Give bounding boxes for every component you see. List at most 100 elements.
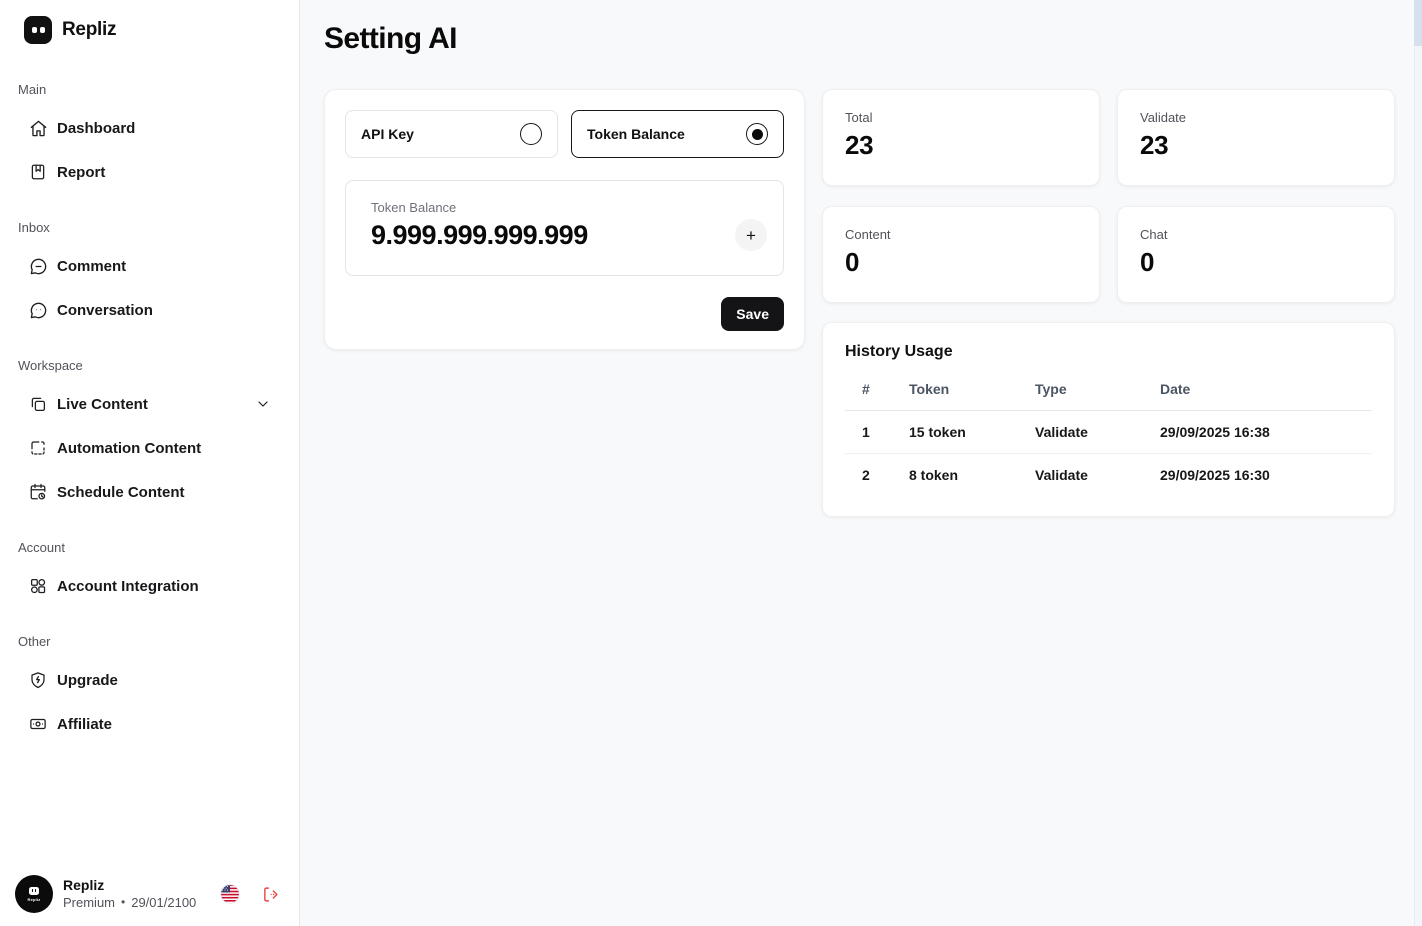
column-header-type: Type: [1035, 373, 1160, 411]
report-icon: [28, 162, 48, 182]
table-row: 1 15 token Validate 29/09/2025 16:38: [845, 411, 1372, 454]
user-name: Repliz: [63, 877, 196, 893]
brand-name: Repliz: [62, 19, 116, 41]
stat-value: 0: [845, 247, 1077, 278]
nav-section-other: Other Upgrade Affiliate: [16, 634, 283, 746]
sidebar-item-comment[interactable]: Comment: [16, 244, 283, 288]
cell-type: Validate: [1035, 454, 1160, 497]
brand[interactable]: Repliz: [0, 0, 299, 60]
cell-type: Validate: [1035, 411, 1160, 454]
cell-token: 8 token: [909, 454, 1035, 497]
language-flag-icon[interactable]: [220, 884, 240, 904]
sidebar-item-label: Live Content: [57, 396, 148, 413]
cell-token: 15 token: [909, 411, 1035, 454]
section-label-other: Other: [16, 634, 283, 652]
sidebar-item-account-integration[interactable]: Account Integration: [16, 564, 283, 608]
table-row: 2 8 token Validate 29/09/2025 16:30: [845, 454, 1372, 497]
sidebar-item-conversation[interactable]: Conversation: [16, 288, 283, 332]
upgrade-icon: [28, 670, 48, 690]
sidebar-item-label: Account Integration: [57, 578, 199, 595]
section-label-workspace: Workspace: [16, 358, 283, 376]
live-content-icon: [28, 394, 48, 414]
history-usage-table: # Token Type Date 1 15 token Validate 29…: [845, 373, 1372, 496]
automation-content-icon: [28, 438, 48, 458]
nav-section-inbox: Inbox Comment Conversation: [16, 220, 283, 332]
nav-section-main: Main Dashboard Report: [16, 82, 283, 194]
option-label: Token Balance: [587, 126, 685, 142]
sidebar-item-affiliate[interactable]: Affiliate: [16, 702, 283, 746]
stat-card-content: Content 0: [822, 206, 1100, 303]
home-icon: [28, 118, 48, 138]
chevron-down-icon[interactable]: [255, 396, 271, 412]
radio-checked-icon[interactable]: [746, 123, 768, 145]
sidebar-nav: Main Dashboard Report Inbox Comment: [0, 82, 299, 746]
sidebar-item-dashboard[interactable]: Dashboard: [16, 106, 283, 150]
sidebar-item-automation-content[interactable]: Automation Content: [16, 426, 283, 470]
column-header-number: #: [845, 373, 909, 411]
main-content: Setting AI API Key Token Balance Token B…: [300, 0, 1422, 926]
column-header-token: Token: [909, 373, 1035, 411]
stat-value: 23: [845, 130, 1077, 161]
scrollbar-thumb[interactable]: [1414, 0, 1422, 46]
token-balance-value: 9.999.999.999.999: [371, 220, 588, 251]
scrollbar[interactable]: [1414, 0, 1422, 926]
sidebar-item-report[interactable]: Report: [16, 150, 283, 194]
account-integration-icon: [28, 576, 48, 596]
sidebar-item-label: Conversation: [57, 302, 153, 319]
sidebar-item-label: Upgrade: [57, 672, 118, 689]
token-balance-field: Token Balance 9.999.999.999.999 +: [345, 180, 784, 276]
sidebar-item-label: Report: [57, 164, 105, 181]
sidebar-item-upgrade[interactable]: Upgrade: [16, 658, 283, 702]
comment-icon: [28, 256, 48, 276]
sidebar-item-label: Automation Content: [57, 440, 201, 457]
stat-card-validate: Validate 23: [1117, 89, 1395, 186]
stat-label: Validate: [1140, 110, 1372, 125]
affiliate-icon: [28, 714, 48, 734]
column-header-date: Date: [1160, 373, 1372, 411]
table-header-row: # Token Type Date: [845, 373, 1372, 411]
cell-number: 1: [845, 411, 909, 454]
stat-card-chat: Chat 0: [1117, 206, 1395, 303]
user-info: Repliz Premium • 29/01/2100: [63, 877, 196, 910]
user-date: 29/01/2100: [131, 896, 196, 911]
section-label-account: Account: [16, 540, 283, 558]
user-box: Repliz Repliz Premium • 29/01/2100: [15, 872, 287, 916]
option-api-key[interactable]: API Key: [345, 110, 558, 158]
cell-number: 2: [845, 454, 909, 497]
cell-date: 29/09/2025 16:38: [1160, 411, 1372, 454]
stats-column: Total 23 Validate 23 Content 0 Chat 0 Hi…: [822, 89, 1395, 517]
sidebar-item-live-content[interactable]: Live Content: [16, 382, 283, 426]
stat-label: Chat: [1140, 227, 1372, 242]
sidebar: Repliz Main Dashboard Report Inbox: [0, 0, 300, 926]
page-title: Setting AI: [324, 22, 1422, 56]
stat-value: 0: [1140, 247, 1372, 278]
section-label-inbox: Inbox: [16, 220, 283, 238]
avatar: Repliz: [15, 875, 53, 913]
nav-section-account: Account Account Integration: [16, 540, 283, 608]
conversation-icon: [28, 300, 48, 320]
stat-value: 23: [1140, 130, 1372, 161]
sidebar-item-label: Comment: [57, 258, 126, 275]
nav-section-workspace: Workspace Live Content Automation Conten…: [16, 358, 283, 514]
setting-ai-card: API Key Token Balance Token Balance 9.99…: [324, 89, 805, 350]
avatar-label: Repliz: [28, 897, 41, 902]
stat-card-total: Total 23: [822, 89, 1100, 186]
history-usage-title: History Usage: [845, 343, 1372, 361]
user-plan-line: Premium • 29/01/2100: [63, 896, 196, 911]
sidebar-item-label: Affiliate: [57, 716, 112, 733]
radio-unchecked-icon[interactable]: [520, 123, 542, 145]
cell-date: 29/09/2025 16:30: [1160, 454, 1372, 497]
repliz-logo-icon: [24, 16, 52, 44]
user-plan: Premium: [63, 896, 115, 911]
save-button[interactable]: Save: [721, 297, 784, 331]
option-label: API Key: [361, 126, 414, 142]
add-token-button[interactable]: +: [735, 219, 767, 251]
sidebar-item-schedule-content[interactable]: Schedule Content: [16, 470, 283, 514]
history-usage-card: History Usage # Token Type Date 1 1: [822, 322, 1395, 517]
token-balance-label: Token Balance: [371, 200, 767, 215]
stat-label: Total: [845, 110, 1077, 125]
sidebar-item-label: Schedule Content: [57, 484, 185, 501]
logout-icon[interactable]: [262, 886, 279, 903]
schedule-content-icon: [28, 482, 48, 502]
option-token-balance[interactable]: Token Balance: [571, 110, 784, 158]
